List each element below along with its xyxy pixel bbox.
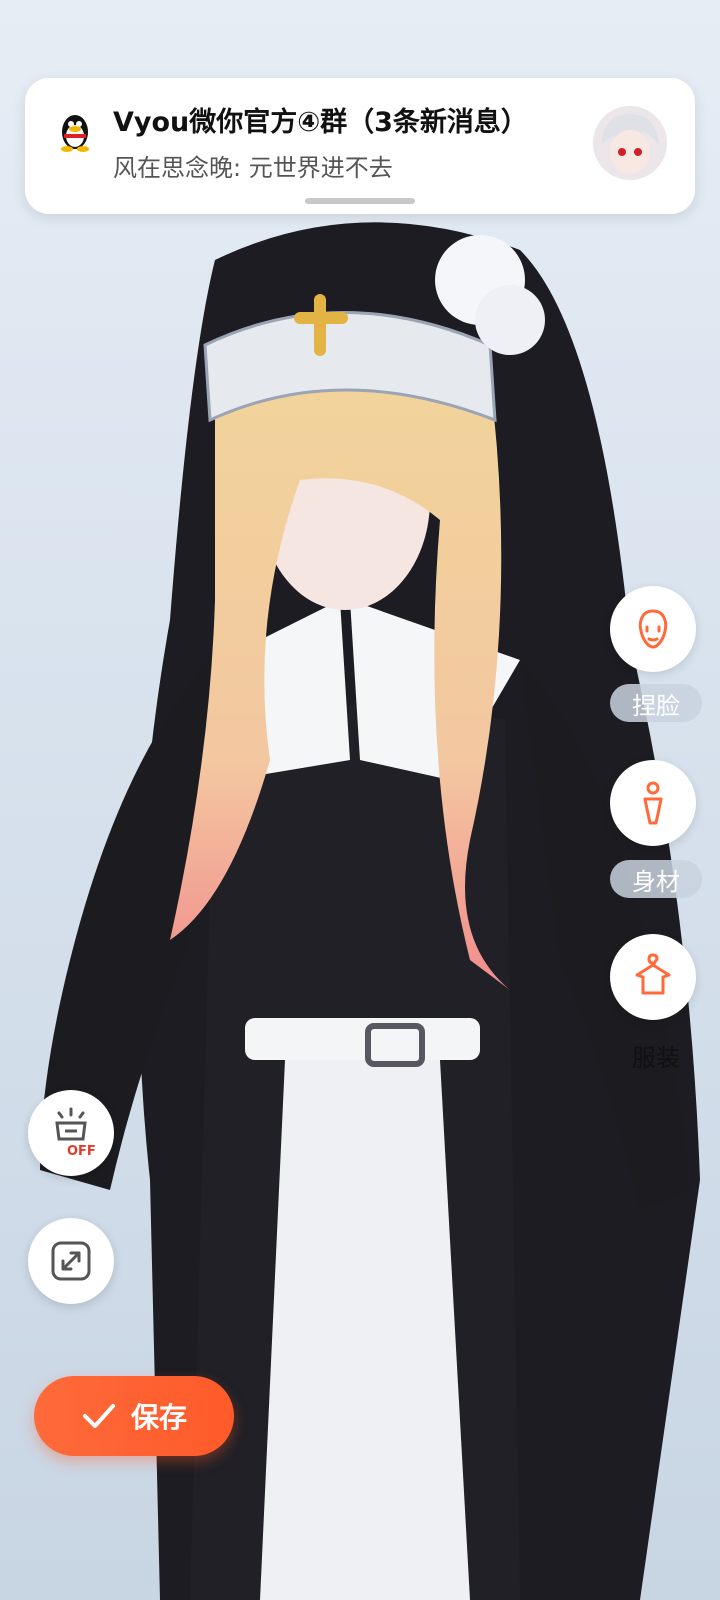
- face-edit-label: 捏脸: [610, 684, 702, 722]
- save-label: 保存: [130, 1401, 187, 1434]
- expand-view-button[interactable]: [28, 1218, 114, 1304]
- notification-title: Vyou微你官方④群（3条新消息）: [113, 107, 528, 138]
- avatar-editor-stage: Vyou微你官方④群（3条新消息） 风在思念晚: 元世界进不去 捏脸 身材 服装…: [0, 0, 720, 1600]
- clothes-edit-label: 服装: [632, 1043, 680, 1072]
- clothes-hanger-icon: [635, 953, 671, 995]
- body-icon: [643, 781, 663, 825]
- body-edit-label: 身材: [610, 860, 702, 898]
- notification-message: 风在思念晚: 元世界进不去: [113, 154, 393, 182]
- group-avatar: [593, 106, 667, 180]
- check-icon: [82, 1404, 115, 1428]
- off-badge: OFF: [67, 1144, 96, 1159]
- body-edit-button[interactable]: [610, 760, 696, 846]
- light-off-icon: OFF: [55, 1107, 96, 1159]
- qq-penguin-icon: [53, 108, 97, 152]
- light-toggle-button[interactable]: OFF: [28, 1090, 114, 1176]
- save-button[interactable]: 保存: [34, 1376, 234, 1456]
- notification-handle: [305, 198, 415, 204]
- clothes-edit-button[interactable]: [610, 934, 696, 1020]
- face-icon: [638, 609, 668, 649]
- message-notification[interactable]: Vyou微你官方④群（3条新消息） 风在思念晚: 元世界进不去: [25, 78, 695, 214]
- face-edit-button[interactable]: [610, 586, 696, 672]
- expand-icon: [51, 1241, 91, 1281]
